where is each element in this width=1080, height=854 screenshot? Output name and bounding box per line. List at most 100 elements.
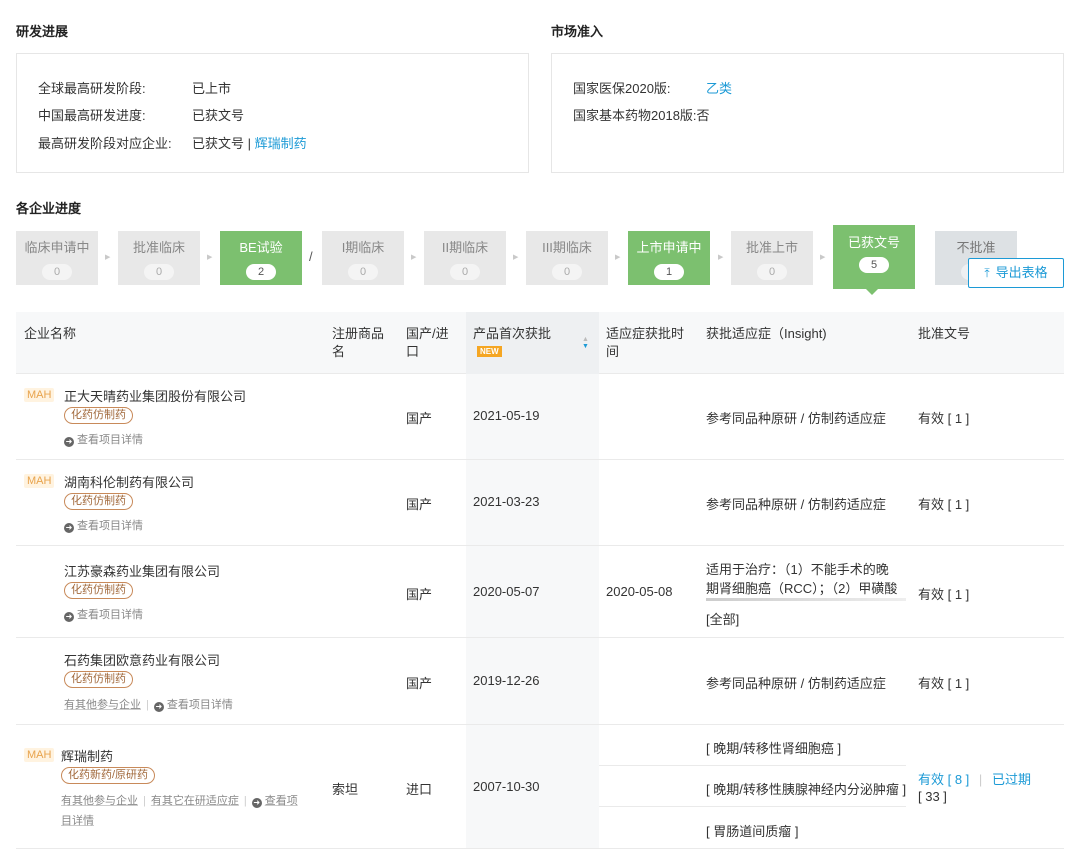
- th-brand: 注册商品名: [332, 326, 385, 359]
- rd-global-stage-key: 全球最高研发阶段:: [38, 81, 146, 96]
- sorted-column-header-bg: [466, 312, 599, 374]
- stage-phase-1[interactable]: I期临床 0: [322, 231, 404, 285]
- other-companies-link[interactable]: 有其他参与企业: [64, 699, 141, 711]
- market-nrdl: 国家医保2020版: 乙类: [573, 78, 732, 97]
- stage-count: 0: [42, 264, 72, 280]
- project-detail-link-cont[interactable]: 目详情: [61, 812, 94, 828]
- export-button-label: 导出表格: [995, 265, 1048, 280]
- project-detail-link[interactable]: ➜ 查看项目详情: [64, 606, 143, 622]
- rd-company: 最高研发阶段对应企业: 已获文号 | 辉瑞制药: [38, 133, 307, 152]
- company-link[interactable]: 湖南科伦制药有限公司: [64, 472, 194, 491]
- sort-icon[interactable]: ▲ ▼: [582, 336, 589, 350]
- stage-count: 0: [552, 264, 582, 280]
- stage-be-trial[interactable]: BE试验 2: [220, 231, 302, 285]
- company-link[interactable]: 辉瑞制药: [61, 746, 113, 765]
- drug-type-tag: 化药仿制药: [64, 671, 133, 688]
- th-approval-no: 批准文号: [918, 326, 971, 341]
- stage-phase-3[interactable]: III期临床 0: [526, 231, 608, 285]
- stage-count: 1: [654, 264, 684, 280]
- approval-expired-count-link[interactable]: [ 33 ]: [918, 789, 947, 804]
- stage-label: 上市申请中: [636, 240, 702, 255]
- indication-line-1: 适用于治疗：（1）不能手术的晚: [706, 562, 889, 577]
- selected-stage-pointer: [866, 289, 878, 295]
- drug-type-tag: 化药仿制药: [64, 582, 133, 599]
- origin-cell: 国产: [406, 497, 433, 512]
- rd-china-stage-key: 中国最高研发进度:: [38, 108, 146, 123]
- other-companies-link[interactable]: 有其他参与企业: [61, 795, 138, 807]
- stage-licensed[interactable]: 已获文号 5: [833, 225, 915, 289]
- market-essential-value: 否: [696, 108, 710, 123]
- row-divider: [16, 459, 1064, 460]
- progress-section-title: 各企业进度: [16, 201, 82, 216]
- arrow-right-icon: ▶: [513, 254, 519, 261]
- rd-section-title: 研发进展: [16, 24, 69, 39]
- rd-company-link[interactable]: 辉瑞制药: [255, 136, 307, 151]
- rd-china-stage-value: 已获文号: [192, 108, 245, 123]
- stage-slash: /: [309, 249, 313, 264]
- approval-link[interactable]: 有效 [ 1 ]: [918, 494, 969, 513]
- indication-time-cell: 2020-05-08: [606, 584, 673, 599]
- drug-type-tag: 化药仿制药: [64, 493, 133, 510]
- company-link[interactable]: 正大天晴药业集团股份有限公司: [64, 386, 246, 405]
- indication-link[interactable]: [ 晚期/转移性胰腺神经内分泌肿瘤 ]: [706, 779, 906, 798]
- first-approval-cell: 2019-12-26: [473, 673, 540, 688]
- rd-global-stage: 全球最高研发阶段: 已上市: [38, 78, 231, 97]
- approval-link[interactable]: 有效 [ 1 ]: [918, 408, 969, 427]
- mah-badge: MAH: [24, 474, 55, 488]
- first-approval-cell: 2021-05-19: [473, 408, 540, 423]
- arrow-circle-icon: ➜: [64, 523, 74, 533]
- other-indications-link[interactable]: 有其它在研适应症: [151, 795, 239, 807]
- row-links: 有其他参与企业 | ➜ 查看项目详情: [64, 696, 233, 712]
- arrow-right-icon: ▶: [820, 254, 826, 261]
- indication-link[interactable]: [ 晚期/转移性肾细胞癌 ]: [706, 738, 841, 757]
- row-divider: [16, 724, 1064, 725]
- rd-global-stage-value: 已上市: [192, 81, 232, 96]
- market-essential: 国家基本药物2018版:否: [573, 105, 710, 124]
- origin-cell: 国产: [406, 411, 433, 426]
- arrow-circle-icon: ➜: [251, 798, 262, 808]
- rd-company-sep: |: [244, 136, 255, 151]
- stage-count: 5: [859, 257, 889, 273]
- arrow-right-icon: ▶: [718, 254, 724, 261]
- approval-expired-link[interactable]: 已过期: [992, 772, 1031, 787]
- stage-clinical-approved[interactable]: 批准临床 0: [118, 231, 200, 285]
- th-first-approval[interactable]: 产品首次获批: [473, 325, 551, 343]
- rd-company-key: 最高研发阶段对应企业:: [38, 136, 172, 151]
- project-detail-link[interactable]: ➜ 查看项目详情: [153, 699, 233, 712]
- row-divider: [16, 637, 1064, 638]
- sub-row-divider: [599, 806, 906, 807]
- th-origin: 国产/进口: [406, 326, 449, 359]
- stage-nda[interactable]: 上市申请中 1: [628, 231, 710, 285]
- stage-count: 2: [246, 264, 276, 280]
- link-separator: |: [146, 699, 149, 711]
- new-badge: NEW: [477, 346, 502, 357]
- approval-valid-link[interactable]: 有效 [ 8 ]: [918, 772, 969, 787]
- rd-company-value: 已获文号: [192, 136, 245, 151]
- market-nrdl-value[interactable]: 乙类: [706, 81, 732, 96]
- approval-link[interactable]: 有效 [ 1 ]: [918, 673, 969, 692]
- project-detail-link[interactable]: ➜ 查看项目详情: [64, 431, 143, 447]
- link-separator: |: [243, 795, 247, 807]
- stage-clinical-application[interactable]: 临床申请中 0: [16, 231, 98, 285]
- project-detail-link[interactable]: ➜ 查看项目详情: [64, 517, 143, 533]
- sub-row-divider: [599, 765, 906, 766]
- indication-show-all-link[interactable]: [全部]: [706, 609, 739, 628]
- stage-marketing-approved[interactable]: 批准上市 0: [731, 231, 813, 285]
- first-approval-cell: 2007-10-30: [473, 779, 540, 794]
- th-company: 企业名称: [24, 326, 77, 341]
- company-link[interactable]: 江苏豪森药业集团有限公司: [64, 561, 220, 580]
- export-table-button[interactable]: ⤒ 导出表格: [968, 258, 1064, 288]
- stage-label: 已获文号: [847, 235, 900, 250]
- approval-separator: |: [978, 772, 983, 787]
- stage-phase-2[interactable]: II期临床 0: [424, 231, 506, 285]
- row-links: 有其他参与企业 | 有其它在研适应症 | ➜ 查看项: [61, 792, 298, 808]
- indication-link[interactable]: [ 胃肠道间质瘤 ]: [706, 821, 798, 840]
- drug-type-tag: 化药新药/原研药: [61, 767, 156, 784]
- mah-badge: MAH: [24, 748, 55, 762]
- approval-link[interactable]: 有效 [ 1 ]: [918, 584, 969, 603]
- stage-count: 0: [144, 264, 174, 280]
- market-section-title: 市场准入: [551, 24, 604, 39]
- stage-label: III期临床: [542, 240, 592, 255]
- project-detail-link[interactable]: ➜ 查看项: [251, 795, 298, 808]
- company-link[interactable]: 石药集团欧意药业有限公司: [64, 650, 220, 669]
